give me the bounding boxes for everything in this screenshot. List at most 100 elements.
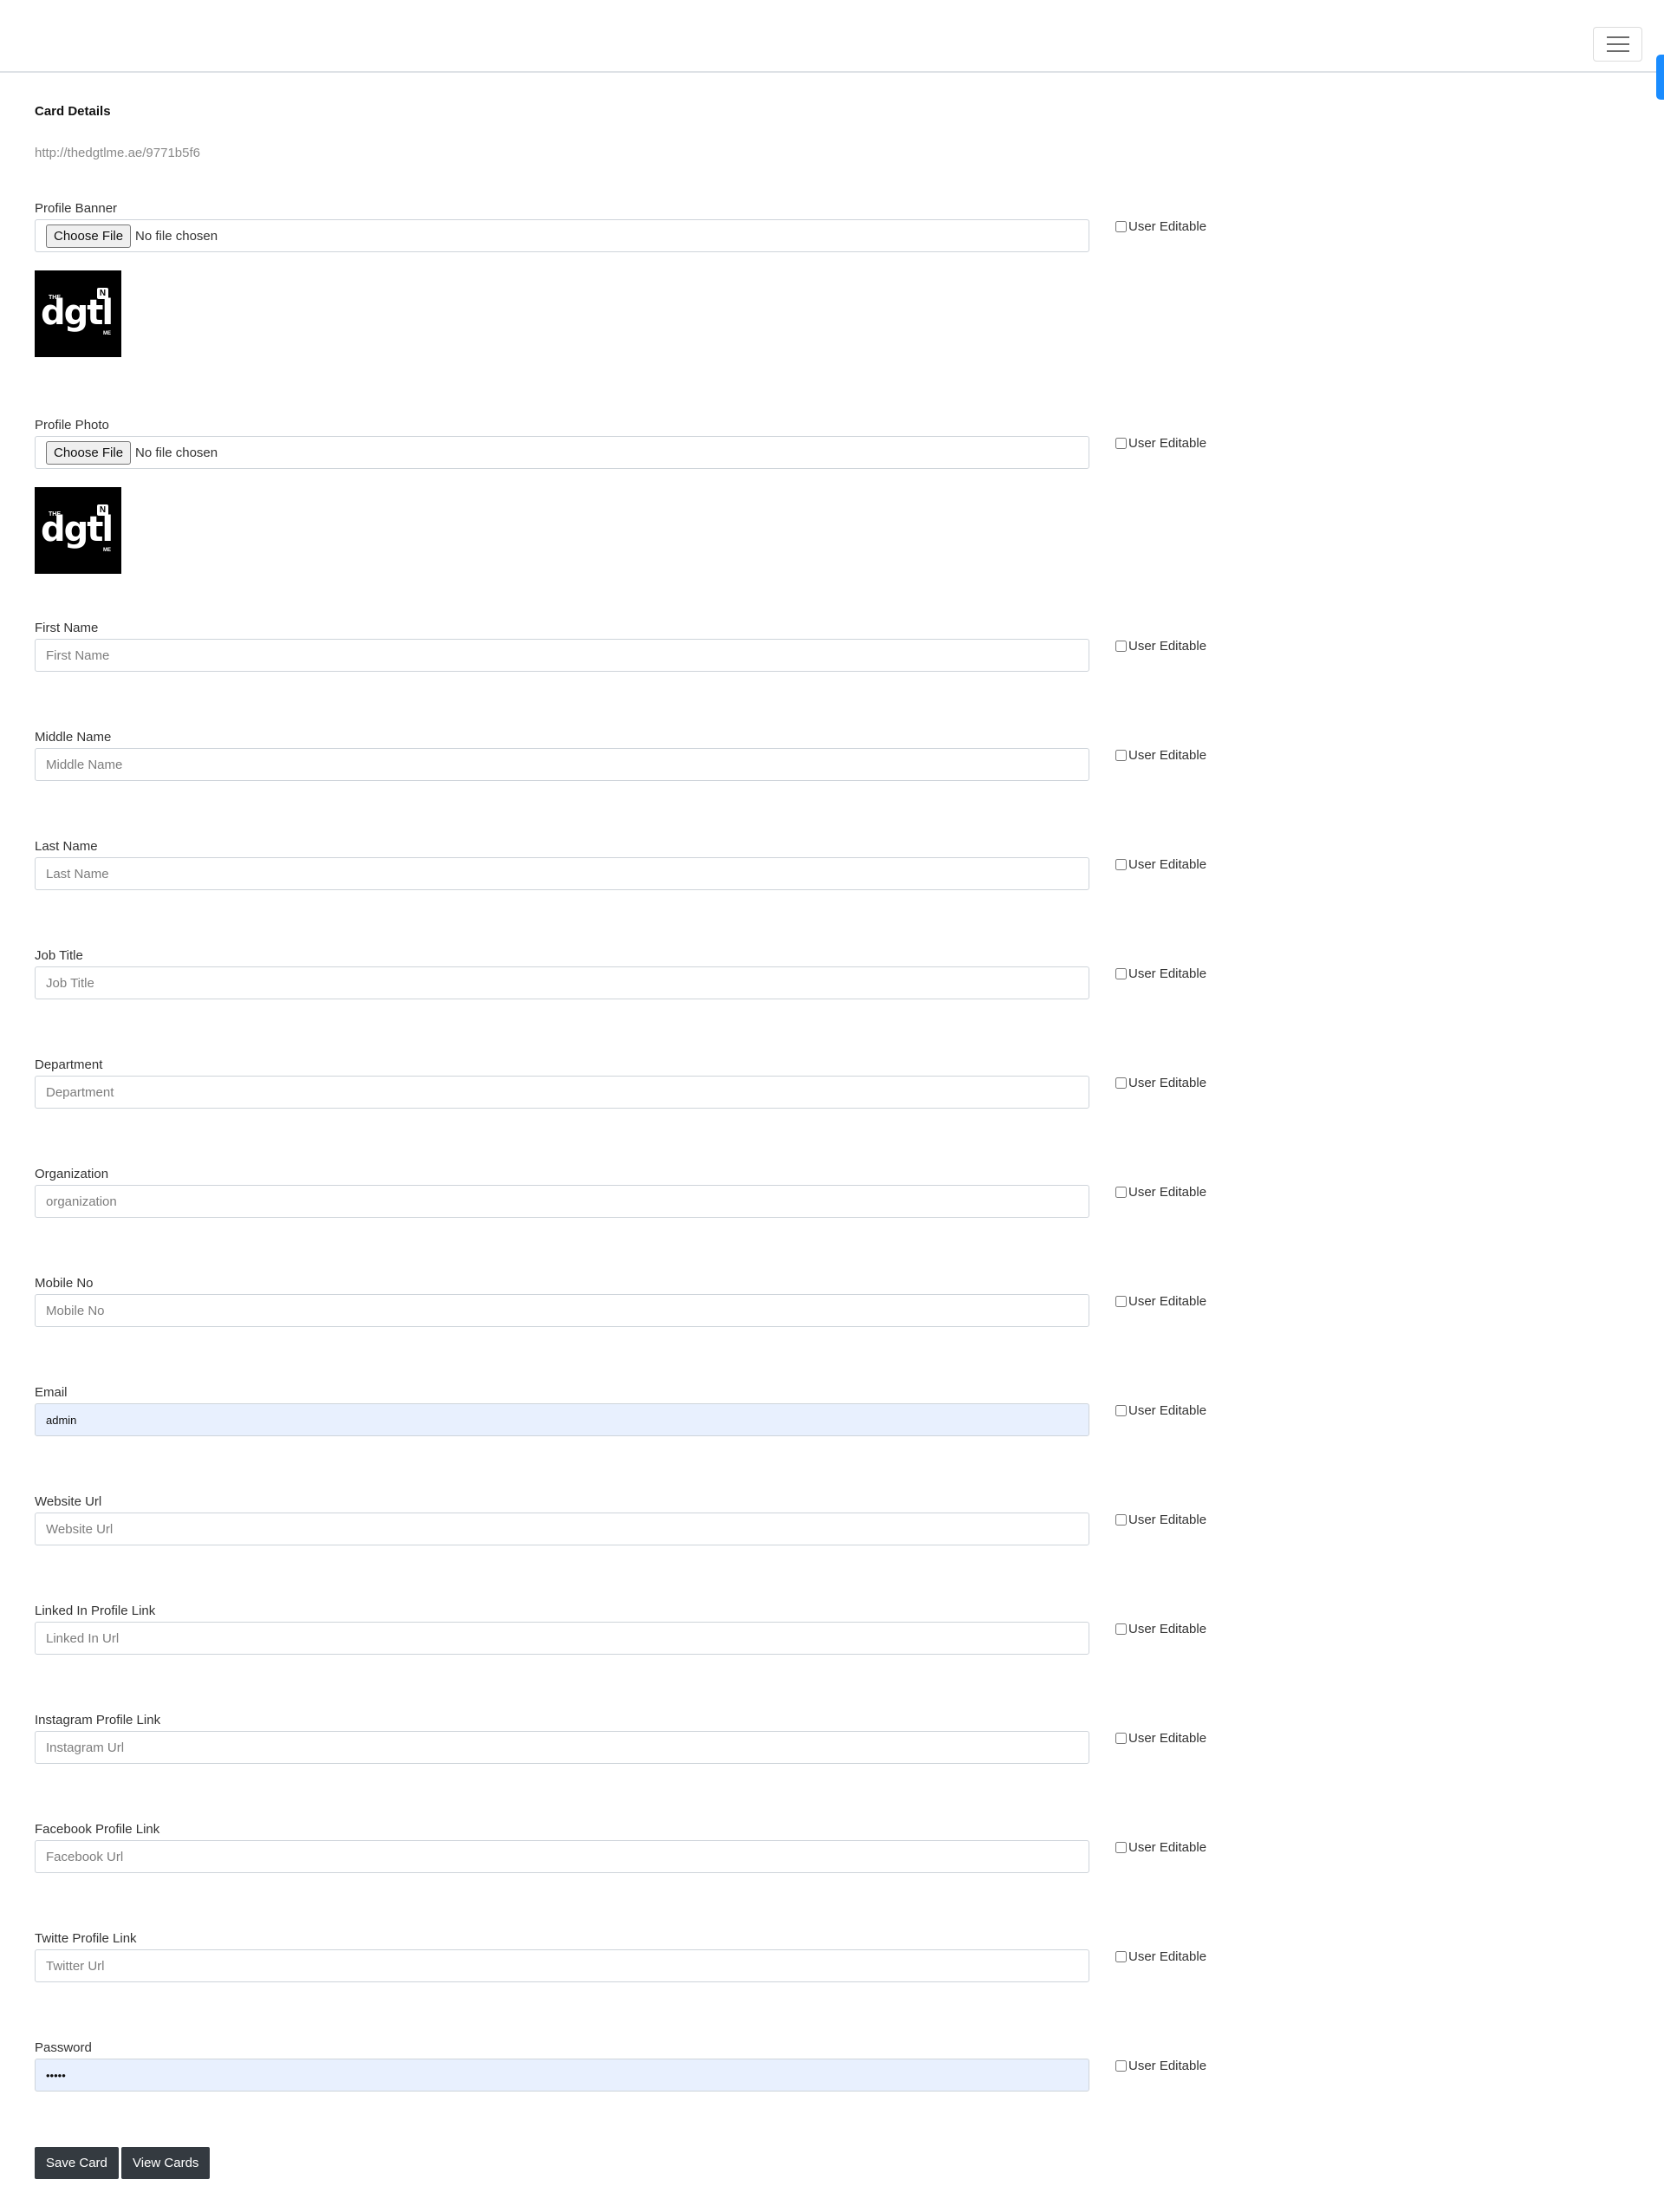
middle-name-input[interactable] xyxy=(35,748,1089,781)
last-name-label: Last Name xyxy=(35,839,98,854)
nfc-icon: N xyxy=(97,288,108,299)
user-editable-toggle[interactable]: User Editable xyxy=(1115,639,1206,654)
file-status: No file chosen xyxy=(135,445,218,460)
user-editable-label: User Editable xyxy=(1128,2059,1207,2073)
user-editable-label: User Editable xyxy=(1128,1622,1207,1636)
password-input[interactable] xyxy=(35,2059,1089,2092)
view-cards-button[interactable]: View Cards xyxy=(121,2147,211,2179)
facebook-url-input[interactable] xyxy=(35,1840,1089,1873)
website-url-label: Website Url xyxy=(35,1494,102,1509)
user-editable-checkbox[interactable] xyxy=(1115,968,1127,979)
user-editable-checkbox[interactable] xyxy=(1115,859,1127,870)
file-status: No file chosen xyxy=(135,228,218,244)
first-name-input[interactable] xyxy=(35,639,1089,672)
user-editable-checkbox[interactable] xyxy=(1115,750,1127,761)
user-editable-toggle[interactable]: User Editable xyxy=(1115,1185,1206,1200)
job-title-label: Job Title xyxy=(35,948,83,963)
hamburger-menu-button[interactable] xyxy=(1593,27,1642,62)
user-editable-toggle[interactable]: User Editable xyxy=(1115,748,1206,763)
linkedin-url-input[interactable] xyxy=(35,1622,1089,1655)
user-editable-toggle[interactable]: User Editable xyxy=(1115,2059,1206,2073)
middle-name-label: Middle Name xyxy=(35,730,112,745)
logo-me-text: ME xyxy=(103,548,111,553)
user-editable-label: User Editable xyxy=(1128,1731,1207,1746)
last-name-input[interactable] xyxy=(35,857,1089,890)
email-label: Email xyxy=(35,1385,68,1400)
choose-file-button[interactable]: Choose File xyxy=(46,440,132,465)
user-editable-toggle[interactable]: User Editable xyxy=(1115,219,1206,234)
user-editable-checkbox[interactable] xyxy=(1115,1733,1127,1744)
profile-banner-label: Profile Banner xyxy=(35,201,118,216)
user-editable-toggle[interactable]: User Editable xyxy=(1115,1840,1206,1855)
top-navbar xyxy=(0,0,1664,73)
user-editable-label: User Editable xyxy=(1128,1840,1207,1855)
choose-file-button[interactable]: Choose File xyxy=(46,224,132,248)
user-editable-label: User Editable xyxy=(1128,748,1207,763)
user-editable-checkbox[interactable] xyxy=(1115,1405,1127,1416)
user-editable-toggle[interactable]: User Editable xyxy=(1115,857,1206,872)
user-editable-toggle[interactable]: User Editable xyxy=(1115,1076,1206,1090)
user-editable-label: User Editable xyxy=(1128,1185,1207,1200)
organization-label: Organization xyxy=(35,1167,109,1181)
job-title-input[interactable] xyxy=(35,966,1089,999)
profile-photo-preview-logo: THE dgtl ME N xyxy=(35,487,121,574)
email-input[interactable] xyxy=(35,1403,1089,1436)
user-editable-toggle[interactable]: User Editable xyxy=(1115,966,1206,981)
user-editable-checkbox[interactable] xyxy=(1115,1623,1127,1635)
user-editable-label: User Editable xyxy=(1128,857,1207,872)
user-editable-checkbox[interactable] xyxy=(1115,1077,1127,1089)
hamburger-icon-bar xyxy=(1606,50,1629,52)
facebook-label: Facebook Profile Link xyxy=(35,1822,160,1837)
profile-banner-file-input[interactable]: Choose File No file chosen xyxy=(35,219,1089,252)
twitter-url-input[interactable] xyxy=(35,1949,1089,1982)
nfc-icon: N xyxy=(97,504,108,516)
hamburger-icon-bar xyxy=(1606,36,1629,38)
user-editable-label: User Editable xyxy=(1128,1513,1207,1527)
user-editable-toggle[interactable]: User Editable xyxy=(1115,1513,1206,1527)
website-url-input[interactable] xyxy=(35,1513,1089,1545)
user-editable-checkbox[interactable] xyxy=(1115,641,1127,652)
save-card-button[interactable]: Save Card xyxy=(35,2147,119,2179)
user-editable-label: User Editable xyxy=(1128,1949,1207,1964)
user-editable-checkbox[interactable] xyxy=(1115,438,1127,449)
user-editable-toggle[interactable]: User Editable xyxy=(1115,1294,1206,1309)
user-editable-checkbox[interactable] xyxy=(1115,2060,1127,2072)
user-editable-checkbox[interactable] xyxy=(1115,1842,1127,1853)
user-editable-toggle[interactable]: User Editable xyxy=(1115,1622,1206,1636)
user-editable-label: User Editable xyxy=(1128,639,1207,654)
profile-photo-file-input[interactable]: Choose File No file chosen xyxy=(35,436,1089,469)
user-editable-toggle[interactable]: User Editable xyxy=(1115,1403,1206,1418)
scroll-indicator[interactable] xyxy=(1656,55,1664,100)
card-url: http://thedgtlme.ae/9771b5f6 xyxy=(35,146,200,160)
user-editable-toggle[interactable]: User Editable xyxy=(1115,1949,1206,1964)
user-editable-label: User Editable xyxy=(1128,436,1207,451)
user-editable-toggle[interactable]: User Editable xyxy=(1115,1731,1206,1746)
user-editable-label: User Editable xyxy=(1128,219,1207,234)
user-editable-label: User Editable xyxy=(1128,1076,1207,1090)
department-label: Department xyxy=(35,1057,103,1072)
instagram-url-input[interactable] xyxy=(35,1731,1089,1764)
profile-photo-label: Profile Photo xyxy=(35,418,109,433)
user-editable-toggle[interactable]: User Editable xyxy=(1115,436,1206,451)
logo-me-text: ME xyxy=(103,331,111,336)
profile-banner-preview-logo: THE dgtl ME N xyxy=(35,270,121,357)
mobile-no-input[interactable] xyxy=(35,1294,1089,1327)
user-editable-checkbox[interactable] xyxy=(1115,221,1127,232)
instagram-label: Instagram Profile Link xyxy=(35,1713,161,1727)
user-editable-label: User Editable xyxy=(1128,1294,1207,1309)
hamburger-icon-bar xyxy=(1606,43,1629,45)
organization-input[interactable] xyxy=(35,1185,1089,1218)
mobile-no-label: Mobile No xyxy=(35,1276,94,1291)
password-label: Password xyxy=(35,2040,92,2055)
twitter-label: Twitte Profile Link xyxy=(35,1931,137,1946)
user-editable-checkbox[interactable] xyxy=(1115,1296,1127,1307)
user-editable-checkbox[interactable] xyxy=(1115,1514,1127,1526)
user-editable-checkbox[interactable] xyxy=(1115,1951,1127,1962)
department-input[interactable] xyxy=(35,1076,1089,1109)
user-editable-label: User Editable xyxy=(1128,1403,1207,1418)
first-name-label: First Name xyxy=(35,621,99,635)
page-title: Card Details xyxy=(35,104,111,119)
user-editable-checkbox[interactable] xyxy=(1115,1187,1127,1198)
user-editable-label: User Editable xyxy=(1128,966,1207,981)
linkedin-label: Linked In Profile Link xyxy=(35,1604,156,1618)
